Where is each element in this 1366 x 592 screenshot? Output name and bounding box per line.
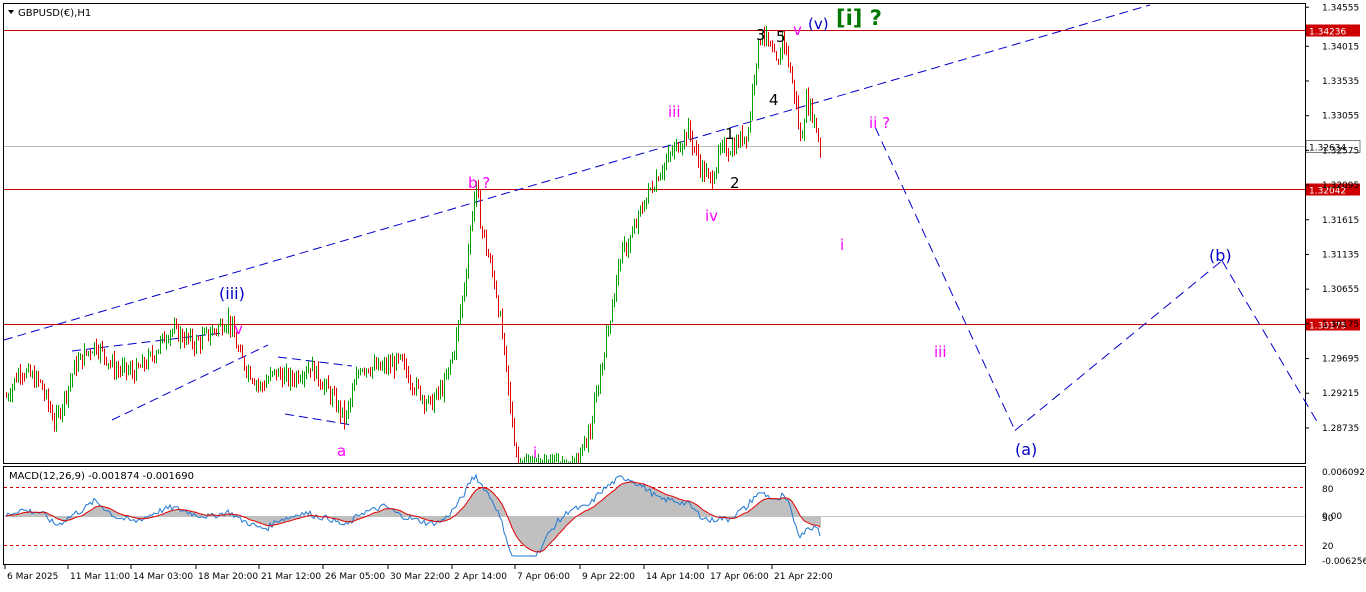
symbol-caption-group[interactable]: GBPUSD(€),H1 xyxy=(8,8,91,19)
price-tick-label-2: 1.33535 xyxy=(1322,77,1359,87)
time-tick-label-10: 14 Apr 14:00 xyxy=(646,572,705,582)
price-tick-label-4: 1.32575 xyxy=(1322,146,1359,156)
time-tick-label-0: 6 Mar 2025 xyxy=(7,572,58,582)
price-tick-label-1: 1.34015 xyxy=(1322,42,1359,52)
wave-label-16: a xyxy=(337,442,346,460)
time-tick-label-6: 30 Mar 22:00 xyxy=(390,572,450,582)
wave-label-2: v xyxy=(793,21,802,39)
wave-label-18: (a) xyxy=(1015,440,1037,459)
wave-label-6: 1 xyxy=(725,125,735,143)
macd-tick-label-1: 80 xyxy=(1322,485,1334,495)
wave-label-5: 4 xyxy=(769,91,779,109)
wave-label-7: 2 xyxy=(730,174,740,192)
wave-label-17: i xyxy=(533,444,537,462)
price-tick-label-10: 1.29695 xyxy=(1322,355,1359,365)
time-tick-label-5: 26 Mar 05:00 xyxy=(325,572,385,582)
price-tick-label-6: 1.31615 xyxy=(1322,216,1359,226)
price-tick-label-0: 1.34555 xyxy=(1322,3,1359,13)
time-tick-label-7: 2 Apr 14:00 xyxy=(454,572,507,582)
price-tick-label-11: 1.29215 xyxy=(1322,389,1359,399)
price-tick-label-8: 1.30655 xyxy=(1322,285,1359,295)
macd-tick-label-5: -0.006256 xyxy=(1322,557,1366,567)
price-tick-label-9: 1.30175 xyxy=(1322,320,1359,330)
chart-window[interactable]: 1.34236 1.32042 1.30175 1.32634 3 5 v (v) [i] ?… xyxy=(0,0,1366,588)
price-tick-label-7: 1.31135 xyxy=(1322,250,1359,260)
wave-label-3: (v) xyxy=(808,15,829,33)
wave-label-4: [i] ? xyxy=(836,6,882,30)
wave-label-15: v xyxy=(234,320,243,338)
time-tick-label-12: 21 Apr 22:00 xyxy=(774,572,833,582)
wave-label-12: iii xyxy=(934,343,947,361)
chart-canvas[interactable]: 1.342361.320421.301751.32634 3 5 v (v) [i] ?… xyxy=(0,0,1366,588)
wave-label-9: iv xyxy=(705,207,718,225)
symbol-caption: GBPUSD(€),H1 xyxy=(18,8,91,19)
time-tick-label-3: 18 Mar 20:00 xyxy=(198,572,258,582)
time-tick-label-11: 17 Apr 06:00 xyxy=(710,572,769,582)
price-panel-frame xyxy=(3,3,1306,464)
time-tick-label-1: 11 Mar 11:00 xyxy=(70,572,130,582)
wave-label-1: 5 xyxy=(776,28,786,46)
macd-tick-label-4: 20 xyxy=(1322,542,1334,552)
wave-label-13: b ? xyxy=(468,174,490,192)
macd-tick-label-0: 0.006092 xyxy=(1322,468,1365,478)
time-tick-label-9: 9 Apr 22:00 xyxy=(582,572,635,582)
wave-label-10: ii ? xyxy=(869,114,890,132)
macd-title: MACD(12,26,9) -0.001874 -0.001690 xyxy=(9,471,194,482)
wave-label-0: 3 xyxy=(756,26,766,44)
time-tick-label-8: 7 Apr 06:00 xyxy=(517,572,570,582)
wave-label-8: iii xyxy=(668,103,681,121)
macd-tick-label-3: 50 xyxy=(1322,514,1334,524)
level-price-label-0: 1.34236 xyxy=(1309,28,1346,38)
time-tick-label-4: 21 Mar 12:00 xyxy=(261,572,321,582)
wave-label-11: i xyxy=(840,236,844,254)
time-tick-label-2: 14 Mar 03:00 xyxy=(133,572,193,582)
wave-label-14: (iii) xyxy=(219,284,245,303)
price-tick-label-5: 1.32095 xyxy=(1322,181,1359,191)
price-tick-label-3: 1.33055 xyxy=(1322,112,1359,122)
price-tick-label-12: 1.28735 xyxy=(1322,424,1359,434)
wave-label-19: (b) xyxy=(1209,246,1232,265)
